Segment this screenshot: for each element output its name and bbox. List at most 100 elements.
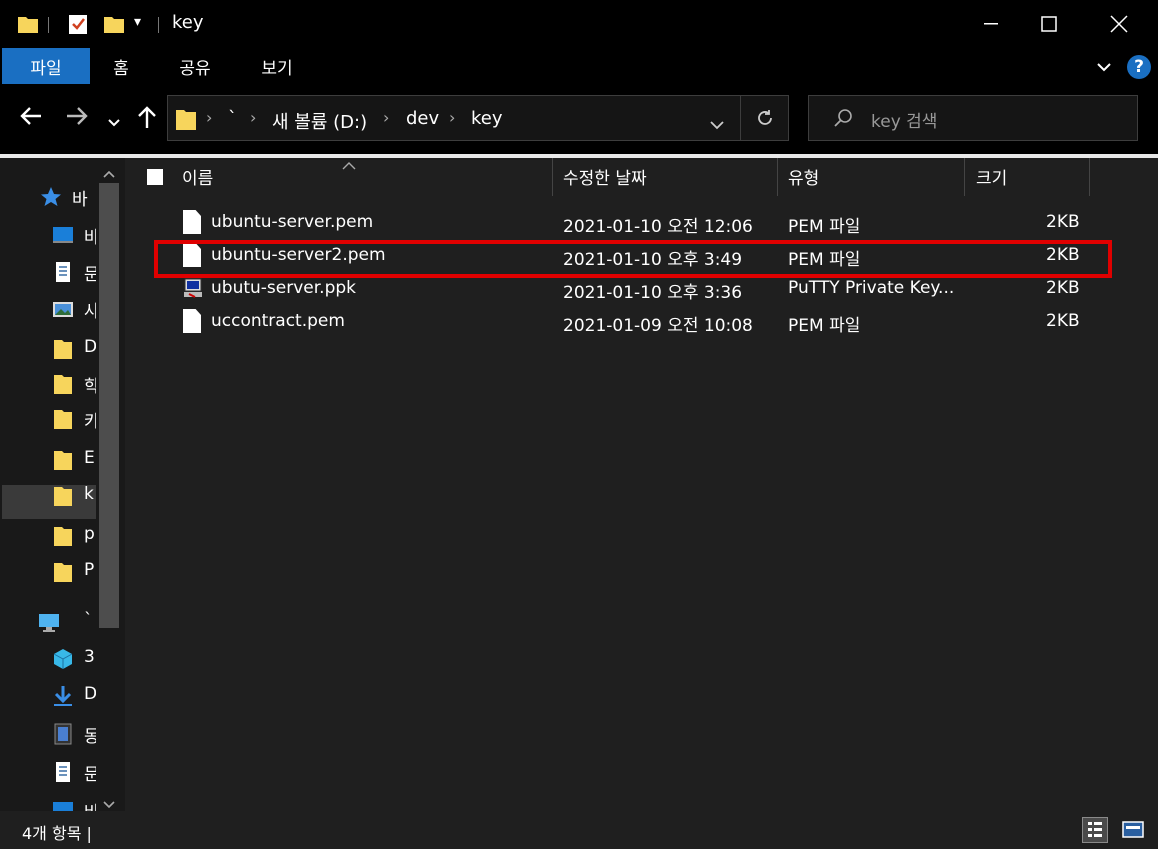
document-icon bbox=[52, 261, 74, 283]
column-separator[interactable] bbox=[552, 158, 553, 196]
breadcrumb-separator: › bbox=[250, 108, 257, 127]
item-count: 4개 항목 | bbox=[22, 824, 92, 843]
sidebar-item-label: ` bbox=[84, 610, 93, 630]
file-size: 2KB bbox=[1046, 278, 1080, 298]
folder-icon bbox=[176, 108, 196, 134]
breadcrumb-item[interactable]: key bbox=[471, 108, 503, 129]
download-icon bbox=[52, 685, 74, 707]
folder-icon bbox=[52, 408, 74, 430]
column-separator[interactable] bbox=[777, 158, 778, 196]
address-bar[interactable]: › ` › 새 볼륨 (D:) › dev › key bbox=[167, 95, 789, 141]
column-header-type[interactable]: 유형 bbox=[788, 164, 819, 189]
folder-icon bbox=[52, 525, 74, 547]
tab-home[interactable]: 홈 bbox=[100, 48, 142, 84]
column-header-modified[interactable]: 수정한 날짜 bbox=[563, 164, 647, 189]
sidebar-item[interactable]: 문 bbox=[0, 757, 96, 787]
sidebar-item-label: D bbox=[84, 337, 96, 357]
tab-share[interactable]: 공유 bbox=[168, 48, 222, 84]
file-type: PuTTY Private Key... bbox=[788, 278, 955, 298]
file-modified: 2021-01-10 오전 12:06 bbox=[563, 217, 753, 237]
column-header-size[interactable]: 크기 bbox=[976, 164, 1007, 189]
column-separator[interactable] bbox=[964, 158, 965, 196]
sidebar-item-label: P bbox=[84, 560, 95, 580]
sidebar-item-label: 3 bbox=[84, 647, 95, 667]
breadcrumb-item[interactable]: 새 볼륨 (D:) bbox=[272, 108, 367, 134]
sidebar-item-label: 사 bbox=[84, 302, 96, 322]
refresh-icon[interactable] bbox=[756, 109, 774, 131]
select-all-checkbox[interactable] bbox=[147, 169, 163, 185]
file-row[interactable]: uccontract.pem 2021-01-09 오전 10:08 PEM 파… bbox=[140, 306, 1120, 339]
divider bbox=[740, 96, 741, 140]
search-box[interactable]: key 검색 bbox=[808, 95, 1138, 141]
column-separator[interactable] bbox=[1089, 158, 1090, 196]
sidebar-item-label: D bbox=[84, 684, 96, 704]
sidebar-item[interactable]: 문 bbox=[0, 257, 96, 287]
star-icon bbox=[40, 186, 62, 208]
sidebar-item[interactable]: 학 bbox=[0, 369, 96, 399]
file-row[interactable]: ubuntu-server.pem 2021-01-10 오전 12:06 PE… bbox=[140, 207, 1120, 240]
file-name[interactable]: uccontract.pem bbox=[211, 311, 345, 331]
sidebar-item[interactable]: 사 bbox=[0, 294, 96, 324]
file-icon bbox=[183, 210, 201, 234]
breadcrumb-item[interactable]: ` bbox=[228, 108, 237, 129]
computer-icon bbox=[38, 611, 60, 633]
file-type: PEM 파일 bbox=[788, 217, 861, 237]
back-button[interactable] bbox=[20, 106, 42, 130]
expand-ribbon-icon[interactable] bbox=[1096, 58, 1112, 77]
divider bbox=[48, 17, 49, 33]
sidebar-item-label: k bbox=[84, 484, 94, 504]
file-type: PEM 파일 bbox=[788, 316, 861, 336]
sidebar-item[interactable]: 바 bbox=[0, 220, 96, 250]
sidebar-item-label: 동 bbox=[84, 727, 96, 747]
large-icons-view-button[interactable] bbox=[1120, 817, 1146, 843]
sidebar-item[interactable]: 카 bbox=[0, 404, 96, 434]
minimize-button[interactable] bbox=[962, 0, 1020, 48]
sidebar-item-label: 문 bbox=[84, 765, 96, 785]
column-header-name[interactable]: 이름 bbox=[182, 164, 213, 189]
sidebar-item-label: 카 bbox=[84, 412, 96, 432]
scroll-thumb[interactable] bbox=[99, 183, 119, 628]
sidebar-item[interactable]: E bbox=[0, 445, 96, 475]
file-size: 2KB bbox=[1046, 311, 1080, 331]
folder-icon bbox=[52, 485, 74, 507]
sidebar-item[interactable]: 바 bbox=[0, 182, 96, 212]
file-name[interactable]: ubuntu-server.pem bbox=[211, 212, 373, 232]
new-folder-icon[interactable] bbox=[104, 15, 124, 33]
breadcrumb-separator: › bbox=[383, 108, 390, 127]
tab-file[interactable]: 파일 bbox=[2, 48, 90, 84]
breadcrumb-item[interactable]: dev bbox=[406, 108, 439, 129]
file-name[interactable]: ubutu-server.ppk bbox=[211, 278, 356, 298]
sidebar-item-label: 바 bbox=[72, 190, 88, 210]
close-button[interactable] bbox=[1090, 0, 1148, 48]
help-icon[interactable]: ? bbox=[1127, 55, 1151, 79]
divider bbox=[158, 17, 159, 33]
sidebar-item[interactable]: 3 bbox=[0, 644, 96, 674]
desktop-icon bbox=[52, 224, 74, 246]
up-button[interactable] bbox=[137, 106, 157, 132]
sidebar-item[interactable]: p bbox=[0, 521, 96, 551]
sidebar-item[interactable]: ` bbox=[0, 607, 96, 637]
breadcrumb-separator: › bbox=[206, 108, 213, 127]
sidebar-item[interactable]: 동 bbox=[0, 719, 96, 749]
file-modified: 2021-01-09 오전 10:08 bbox=[563, 316, 753, 336]
scroll-up-icon[interactable] bbox=[103, 163, 115, 182]
sidebar-item[interactable]: k bbox=[0, 481, 96, 511]
video-icon bbox=[52, 723, 74, 745]
quick-access-dropdown-icon[interactable]: ▾ bbox=[134, 14, 141, 30]
sidebar-item-label: p bbox=[84, 524, 95, 544]
document-icon bbox=[52, 761, 74, 783]
details-view-button[interactable] bbox=[1082, 817, 1108, 843]
recent-locations-icon[interactable] bbox=[108, 112, 120, 131]
properties-icon[interactable] bbox=[68, 13, 88, 35]
3d-objects-icon bbox=[52, 648, 74, 670]
folder-icon bbox=[52, 338, 74, 360]
sidebar-item[interactable]: D bbox=[0, 681, 96, 711]
folder-icon bbox=[18, 15, 38, 33]
sidebar-item[interactable]: P bbox=[0, 557, 96, 587]
address-dropdown-icon[interactable] bbox=[710, 115, 724, 134]
sidebar-item[interactable]: D bbox=[0, 334, 96, 364]
tab-view[interactable]: 보기 bbox=[250, 48, 304, 84]
maximize-button[interactable] bbox=[1020, 0, 1078, 48]
breadcrumb-separator: › bbox=[449, 108, 456, 127]
forward-button[interactable] bbox=[66, 106, 88, 130]
